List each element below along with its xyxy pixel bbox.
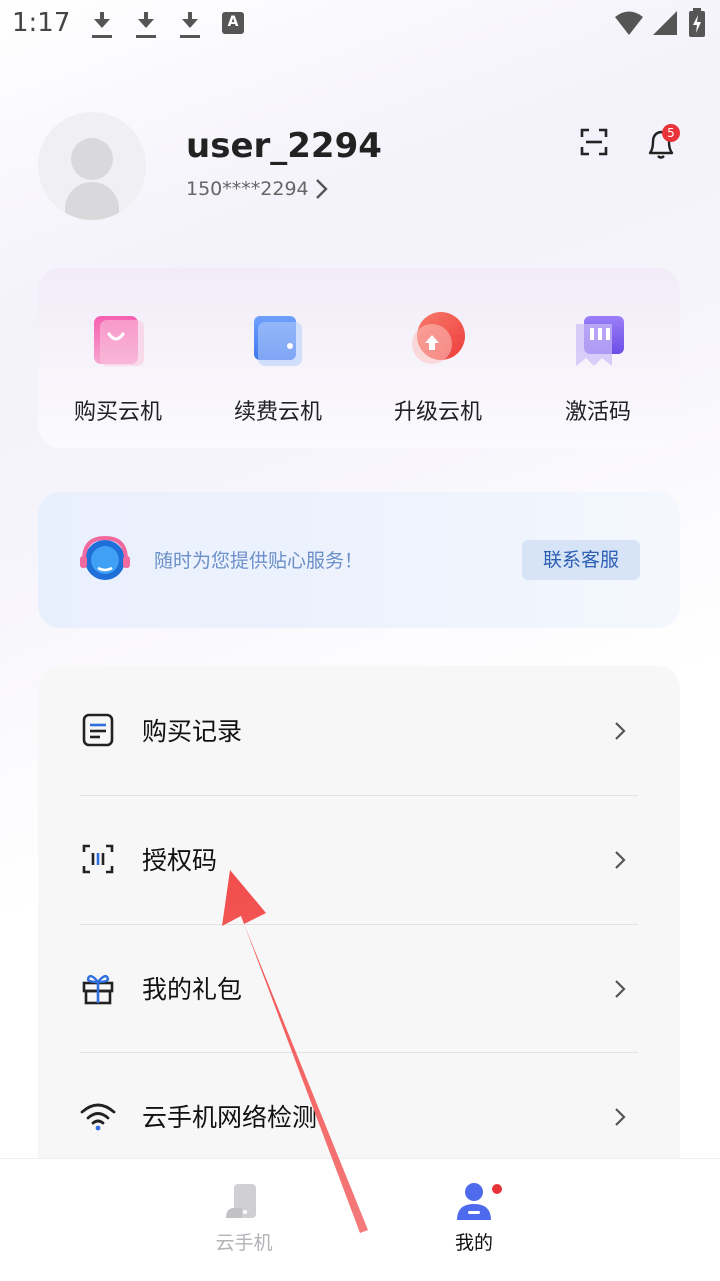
tab-cloud-phone[interactable]: 云手机: [184, 1180, 304, 1260]
scan-icon[interactable]: [576, 124, 612, 160]
notification-badge: 5: [662, 124, 680, 142]
download-icon: [90, 10, 114, 38]
phone-number[interactable]: 150****2294: [186, 178, 309, 200]
cloud-phone-icon: [226, 1184, 256, 1218]
menu-item-label: 授权码: [142, 846, 218, 875]
upgrade-icon: [412, 312, 465, 364]
document-icon: [82, 713, 114, 747]
chevron-right-icon: [615, 980, 626, 998]
upgrade-cloud-phone-button[interactable]: 升级云机: [358, 310, 518, 430]
menu-item-label: 云手机网络检测: [142, 1103, 318, 1132]
chevron-right-icon: [615, 1108, 626, 1126]
wifi-icon: [80, 1103, 116, 1131]
quick-action-label: 升级云机: [393, 400, 482, 425]
cellular-icon: [653, 11, 677, 35]
menu-item-label: 购买记录: [142, 717, 243, 746]
avatar[interactable]: [38, 112, 146, 220]
ticket-icon: [576, 316, 624, 366]
shopping-bag-icon: [94, 316, 144, 366]
chevron-right-icon: [615, 851, 626, 869]
quick-action-label: 续费云机: [233, 400, 322, 425]
status-time: 1:17: [12, 8, 71, 38]
renew-cloud-phone-button[interactable]: 续费云机: [198, 310, 358, 430]
chevron-right-icon: [615, 722, 626, 740]
tab-notification-dot: [492, 1184, 502, 1194]
activation-code-button[interactable]: 激活码: [518, 310, 678, 430]
menu-item-purchase-records[interactable]: 购买记录: [78, 666, 640, 794]
quick-action-label: 激活码: [564, 400, 631, 425]
download-icon: [134, 10, 158, 38]
gift-icon: [82, 974, 114, 1005]
a-box-icon: A: [222, 12, 244, 34]
menu-item-label: 我的礼包: [142, 975, 243, 1004]
wifi-icon: [615, 11, 643, 35]
bottom-navigation: [0, 1158, 720, 1281]
username[interactable]: user_2294: [186, 126, 382, 166]
tab-label: 云手机: [215, 1232, 273, 1254]
menu-item-auth-code[interactable]: 授权码: [78, 795, 640, 923]
chevron-right-icon[interactable]: [312, 176, 332, 202]
tab-label: 我的: [454, 1232, 493, 1254]
wallet-icon: [254, 316, 302, 366]
buy-cloud-phone-button[interactable]: 购买云机: [38, 310, 198, 430]
scan-code-icon: [82, 844, 114, 874]
tab-mine[interactable]: 我的: [414, 1180, 534, 1260]
user-icon: [457, 1183, 491, 1220]
download-icon: [178, 10, 202, 38]
menu-item-my-gifts[interactable]: 我的礼包: [78, 924, 640, 1052]
service-slogan: 随时为您提供贴心服务！: [154, 550, 364, 572]
contact-support-button[interactable]: 联系客服: [522, 540, 640, 580]
battery-icon: [689, 8, 705, 37]
headset-icon: [80, 535, 130, 580]
quick-action-label: 购买云机: [73, 400, 162, 425]
